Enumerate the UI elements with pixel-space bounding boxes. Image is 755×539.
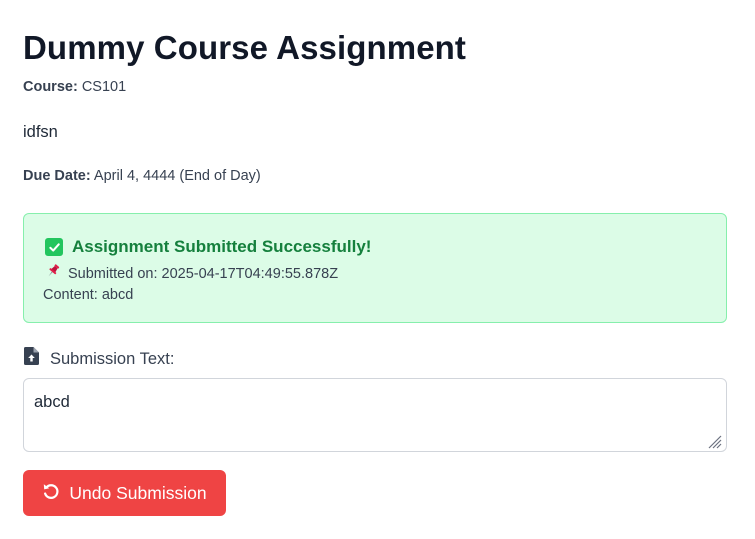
assignment-description: idfsn xyxy=(23,123,58,141)
undo-submission-button[interactable]: Undo Submission xyxy=(23,470,226,516)
undo-submission-label: Undo Submission xyxy=(69,482,207,503)
course-label: Course: xyxy=(23,79,78,95)
course-value: CS101 xyxy=(81,79,127,95)
due-date: Due Date: April 4, 4444 (End of Day) xyxy=(23,167,261,185)
submission-label-row: Submission Text: xyxy=(24,347,174,370)
success-title: Assignment Submitted Successfully! xyxy=(72,237,372,256)
success-header: Assignment Submitted Successfully! xyxy=(45,237,371,257)
submitted-on-row: Submitted on: 2025-04-17T04:49:55.878Z xyxy=(45,263,338,284)
course-info: Course: CS101 xyxy=(23,78,126,96)
submission-success-panel: Assignment Submitted Successfully! Submi… xyxy=(23,213,727,323)
page-title: Dummy Course Assignment xyxy=(23,29,466,66)
file-upload-icon xyxy=(24,347,39,370)
assignment-page: Dummy Course Assignment Course: CS101 id… xyxy=(0,0,755,539)
undo-icon xyxy=(42,482,60,505)
submitted-on-text: Submitted on: 2025-04-17T04:49:55.878Z xyxy=(68,265,339,282)
submitted-content-text: Content: abcd xyxy=(43,287,134,303)
due-date-label: Due Date: xyxy=(23,168,91,184)
due-date-value: April 4, 4444 (End of Day) xyxy=(93,168,261,184)
check-icon xyxy=(45,238,63,256)
submission-textarea[interactable]: abcd xyxy=(23,378,727,452)
pushpin-icon xyxy=(45,263,61,284)
submission-text-label: Submission Text: xyxy=(50,349,175,368)
